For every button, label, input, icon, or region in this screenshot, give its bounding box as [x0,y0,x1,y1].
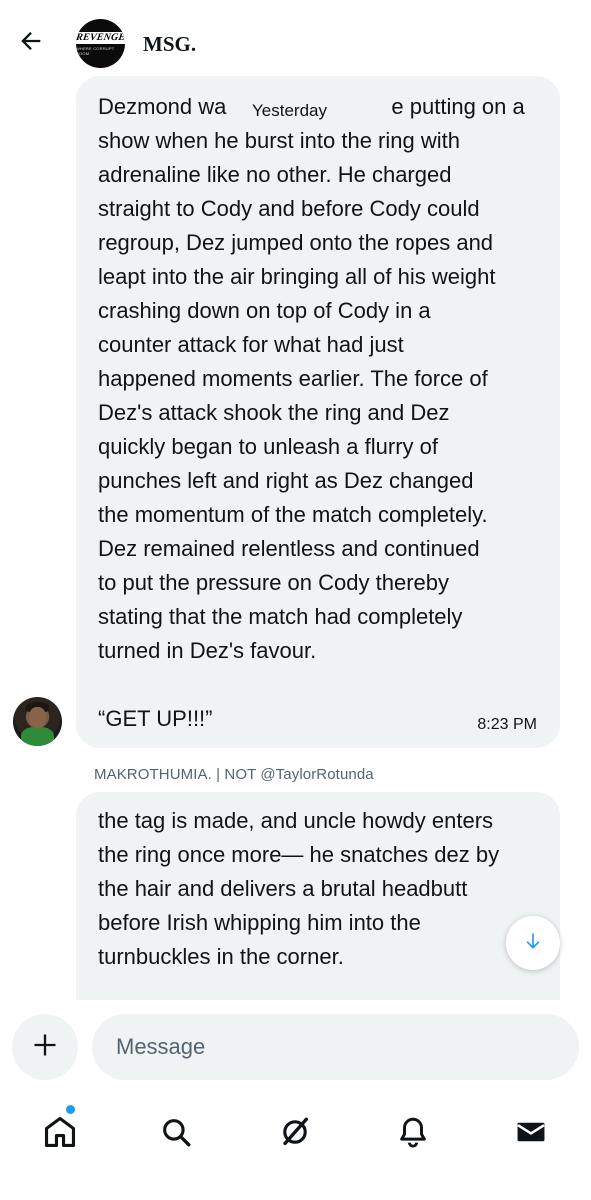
group-name[interactable]: MSG. [143,32,196,57]
back-button[interactable] [14,26,48,60]
nav-messages[interactable] [503,1106,559,1162]
nav-notifications[interactable] [385,1106,441,1162]
grok-icon [278,1115,312,1154]
message-text: the tag is made, and uncle howdy enters … [98,808,500,969]
chat-header: REVENGE WHERE CORRUPT ROOM MSG. [0,0,591,88]
message-text: Dezmond wa e putting on a show when he b… [98,94,525,731]
notification-dot [66,1105,75,1114]
nav-home[interactable] [32,1106,88,1162]
arrow-down-icon [523,931,543,956]
nav-search[interactable] [148,1106,204,1162]
avatar-logo-subtext: WHERE CORRUPT ROOM [76,45,115,56]
bell-icon [396,1115,430,1154]
composer [0,1000,591,1090]
arrow-left-icon [17,27,45,60]
home-icon [43,1115,77,1154]
message-bubble[interactable]: Dezmond wa e putting on a show when he b… [76,76,560,748]
day-divider: Yesterday [237,94,342,128]
messages-icon [514,1115,548,1154]
bottom-nav [0,1090,591,1200]
scroll-down-button[interactable] [506,916,560,970]
message-timestamp: 8:23 PM [477,716,537,733]
nav-grok[interactable] [267,1106,323,1162]
avatar-logo-text: REVENGE [76,31,125,44]
message-input[interactable] [92,1014,579,1080]
sender-label: MAKROTHUMIA. | NOT @TaylorRotunda [94,766,374,783]
search-icon [159,1115,193,1154]
avatar[interactable] [13,697,62,746]
message-bubble[interactable]: the tag is made, and uncle howdy enters … [76,792,560,1000]
plus-icon [31,1031,59,1064]
group-avatar[interactable]: REVENGE WHERE CORRUPT ROOM [76,19,125,68]
add-media-button[interactable] [12,1014,78,1080]
